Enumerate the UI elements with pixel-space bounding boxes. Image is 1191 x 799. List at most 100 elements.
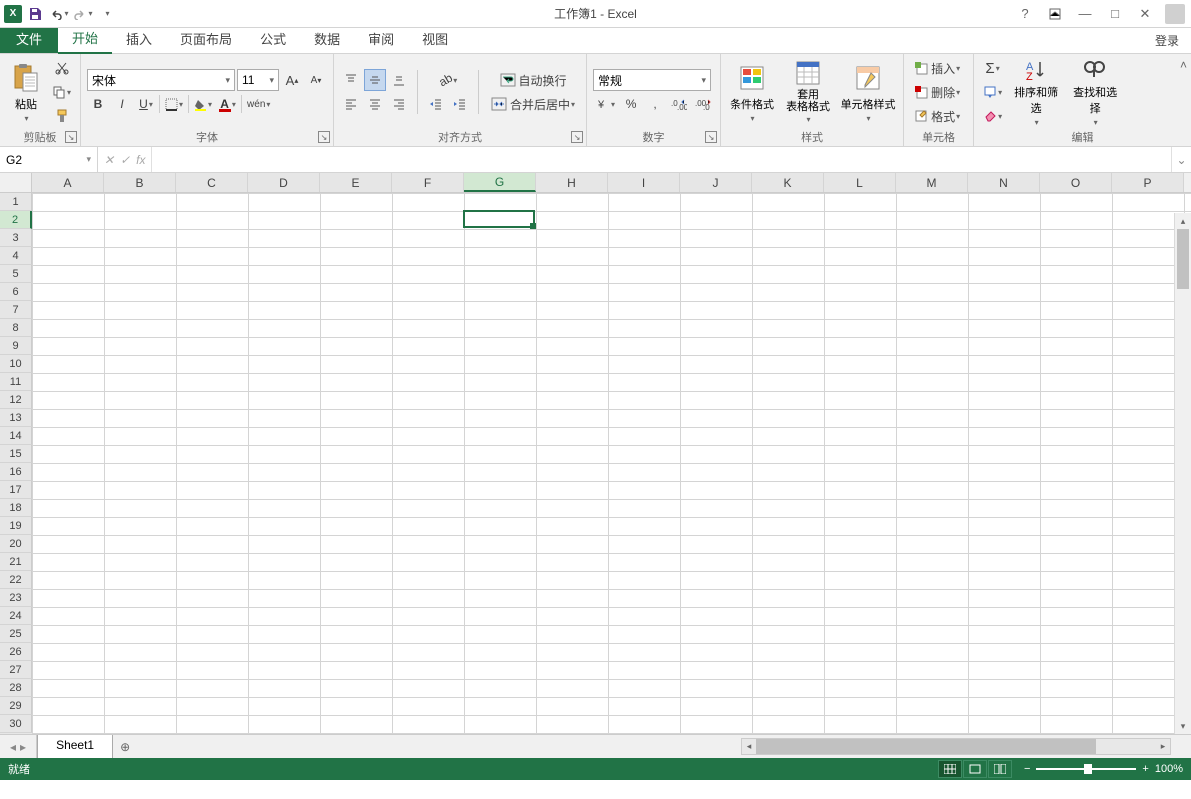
merge-center-button[interactable]: 合并后居中▾: [486, 93, 580, 115]
align-right-button[interactable]: [388, 93, 410, 115]
file-tab[interactable]: 文件: [0, 25, 58, 53]
row-header-2[interactable]: 2: [0, 211, 32, 229]
select-all-corner[interactable]: [0, 173, 32, 192]
conditional-format-button[interactable]: 条件格式▾: [727, 59, 777, 125]
pinyin-button[interactable]: wén▾: [244, 93, 273, 115]
cells-area[interactable]: [32, 193, 1191, 734]
row-header-25[interactable]: 25: [0, 625, 32, 643]
row-header-3[interactable]: 3: [0, 229, 32, 247]
row-header-23[interactable]: 23: [0, 589, 32, 607]
close-button[interactable]: ✕: [1131, 4, 1159, 24]
bold-button[interactable]: B: [87, 93, 109, 115]
increase-decimal-button[interactable]: .0.00: [668, 93, 690, 115]
autosum-button[interactable]: Σ▾: [980, 57, 1005, 79]
row-header-18[interactable]: 18: [0, 499, 32, 517]
paste-button[interactable]: 粘贴▾: [6, 59, 46, 125]
column-header-A[interactable]: A: [32, 173, 104, 192]
help-button[interactable]: ?: [1011, 4, 1039, 24]
column-header-O[interactable]: O: [1040, 173, 1112, 192]
row-header-26[interactable]: 26: [0, 643, 32, 661]
tab-home[interactable]: 开始: [58, 24, 112, 54]
ribbon-options-button[interactable]: [1041, 4, 1069, 24]
column-header-L[interactable]: L: [824, 173, 896, 192]
row-header-13[interactable]: 13: [0, 409, 32, 427]
row-header-5[interactable]: 5: [0, 265, 32, 283]
font-launcher[interactable]: ↘: [318, 131, 330, 143]
format-painter-button[interactable]: [49, 105, 74, 127]
number-launcher[interactable]: ↘: [705, 131, 717, 143]
horizontal-scrollbar[interactable]: ◂ ▸: [741, 738, 1171, 755]
zoom-in-button[interactable]: +: [1142, 763, 1148, 775]
increase-indent-button[interactable]: [449, 93, 471, 115]
enter-formula-button[interactable]: ✓: [120, 153, 130, 167]
row-header-9[interactable]: 9: [0, 337, 32, 355]
zoom-thumb[interactable]: [1084, 764, 1092, 774]
maximize-button[interactable]: □: [1101, 4, 1129, 24]
column-header-E[interactable]: E: [320, 173, 392, 192]
minimize-button[interactable]: —: [1071, 4, 1099, 24]
increase-font-button[interactable]: A▴: [281, 69, 303, 91]
sheet-next-button[interactable]: ▸: [20, 740, 26, 754]
comma-button[interactable]: ,: [644, 93, 666, 115]
column-header-G[interactable]: G: [464, 173, 536, 192]
tab-view[interactable]: 视图: [408, 25, 462, 53]
insert-cells-button[interactable]: 插入▾: [910, 57, 964, 79]
cancel-formula-button[interactable]: ✕: [104, 153, 114, 167]
column-header-F[interactable]: F: [392, 173, 464, 192]
save-button[interactable]: [24, 3, 46, 25]
scroll-up-button[interactable]: ▴: [1175, 213, 1191, 229]
formula-input[interactable]: [152, 147, 1171, 172]
zoom-out-button[interactable]: −: [1024, 763, 1030, 775]
format-as-table-button[interactable]: 套用 表格格式▾: [780, 59, 836, 125]
row-header-21[interactable]: 21: [0, 553, 32, 571]
fx-button[interactable]: fx: [136, 153, 145, 167]
row-header-15[interactable]: 15: [0, 445, 32, 463]
row-header-8[interactable]: 8: [0, 319, 32, 337]
new-sheet-button[interactable]: ⊕: [113, 735, 137, 758]
row-header-1[interactable]: 1: [0, 193, 32, 211]
scroll-left-button[interactable]: ◂: [742, 739, 756, 754]
tab-insert[interactable]: 插入: [112, 25, 166, 53]
horizontal-scroll-thumb[interactable]: [756, 739, 1096, 754]
page-break-view-button[interactable]: [988, 760, 1012, 778]
column-header-K[interactable]: K: [752, 173, 824, 192]
column-header-H[interactable]: H: [536, 173, 608, 192]
column-header-M[interactable]: M: [896, 173, 968, 192]
vertical-scrollbar[interactable]: ▴ ▾: [1174, 213, 1191, 734]
tab-data[interactable]: 数据: [300, 25, 354, 53]
sheet-tab-sheet1[interactable]: Sheet1: [37, 735, 113, 758]
scroll-right-button[interactable]: ▸: [1156, 739, 1170, 754]
format-cells-button[interactable]: 格式▾: [910, 105, 964, 127]
copy-button[interactable]: ▾: [49, 81, 74, 103]
column-header-B[interactable]: B: [104, 173, 176, 192]
column-header-J[interactable]: J: [680, 173, 752, 192]
row-header-11[interactable]: 11: [0, 373, 32, 391]
align-bottom-button[interactable]: [388, 69, 410, 91]
row-header-28[interactable]: 28: [0, 679, 32, 697]
qat-customize-button[interactable]: ▾: [96, 3, 118, 25]
row-header-22[interactable]: 22: [0, 571, 32, 589]
clipboard-launcher[interactable]: ↘: [65, 131, 77, 143]
expand-formula-bar-button[interactable]: ⌄: [1171, 147, 1191, 172]
row-header-7[interactable]: 7: [0, 301, 32, 319]
align-middle-button[interactable]: [364, 69, 386, 91]
column-header-P[interactable]: P: [1112, 173, 1184, 192]
accounting-button[interactable]: ¥▾: [593, 93, 618, 115]
cell-styles-button[interactable]: 单元格样式▾: [839, 59, 897, 125]
font-color-button[interactable]: A▾: [217, 93, 239, 115]
tab-formulas[interactable]: 公式: [246, 25, 300, 53]
row-header-10[interactable]: 10: [0, 355, 32, 373]
column-header-I[interactable]: I: [608, 173, 680, 192]
font-size-combo[interactable]: 11: [237, 69, 279, 91]
sheet-prev-button[interactable]: ◂: [10, 740, 16, 754]
underline-button[interactable]: U▾: [135, 93, 157, 115]
undo-button[interactable]: ▾: [48, 3, 70, 25]
column-header-C[interactable]: C: [176, 173, 248, 192]
decrease-font-button[interactable]: A▾: [305, 69, 327, 91]
redo-button[interactable]: ▾: [72, 3, 94, 25]
row-header-14[interactable]: 14: [0, 427, 32, 445]
zoom-slider[interactable]: [1036, 768, 1136, 770]
row-header-16[interactable]: 16: [0, 463, 32, 481]
decrease-decimal-button[interactable]: .00.0: [692, 93, 714, 115]
name-box[interactable]: G2: [0, 147, 98, 172]
